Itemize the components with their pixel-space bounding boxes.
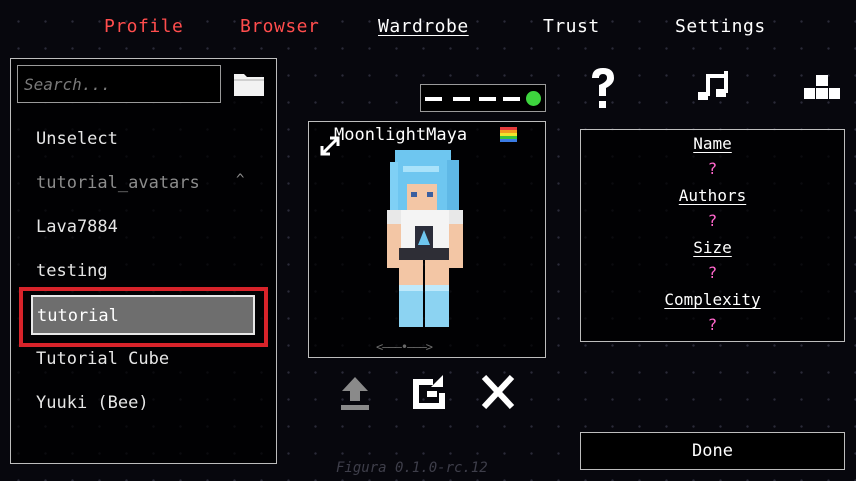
search-field[interactable] bbox=[17, 65, 221, 103]
list-item-unselect[interactable]: Unselect bbox=[36, 129, 118, 149]
sound-icon[interactable] bbox=[694, 70, 734, 106]
tab-wardrobe[interactable]: Wardrobe bbox=[378, 16, 469, 37]
info-authors-value: ? bbox=[707, 211, 718, 230]
info-size-value: ? bbox=[707, 263, 718, 282]
keybinds-icon[interactable] bbox=[803, 74, 841, 100]
reload-icon[interactable] bbox=[409, 375, 447, 409]
status-indicator bbox=[420, 84, 546, 112]
version-label: Figura 0.1.0-rc.12 bbox=[336, 460, 488, 476]
folder-icon[interactable] bbox=[233, 71, 265, 97]
search-input[interactable] bbox=[18, 66, 220, 102]
status-dash bbox=[425, 97, 442, 101]
rotation-slider[interactable]: <———•———> bbox=[376, 340, 433, 354]
tab-settings[interactable]: Settings bbox=[675, 16, 766, 37]
info-complexity-label: Complexity bbox=[664, 290, 761, 309]
info-name-label: Name bbox=[693, 134, 732, 153]
tab-profile[interactable]: Profile bbox=[104, 16, 183, 37]
selection-highlight bbox=[19, 287, 268, 347]
info-complexity-value: ? bbox=[707, 315, 718, 334]
avatar-name: MoonlightMaya bbox=[334, 125, 468, 145]
status-dot-icon bbox=[526, 91, 541, 106]
status-dash bbox=[503, 97, 520, 101]
info-authors-label: Authors bbox=[678, 186, 747, 205]
status-dash bbox=[453, 97, 470, 101]
delete-icon[interactable] bbox=[480, 374, 516, 410]
list-folder-tutorial-avatars[interactable]: tutorial_avatars bbox=[36, 173, 200, 193]
list-item-tutorial-cube[interactable]: Tutorial Cube bbox=[36, 349, 169, 369]
list-item-yuuki-bee[interactable]: Yuuki (Bee) bbox=[36, 393, 149, 413]
pride-flag-icon bbox=[500, 127, 517, 142]
info-name-value: ? bbox=[707, 159, 718, 178]
help-icon[interactable] bbox=[586, 66, 620, 110]
list-item-testing[interactable]: testing bbox=[36, 261, 108, 281]
list-item-lava7884[interactable]: Lava7884 bbox=[36, 217, 118, 237]
done-button[interactable]: Done bbox=[580, 432, 845, 470]
collapse-icon[interactable]: ^ bbox=[236, 172, 244, 188]
info-size-label: Size bbox=[693, 238, 732, 257]
upload-icon[interactable] bbox=[338, 375, 372, 411]
tab-browser[interactable]: Browser bbox=[240, 16, 319, 37]
tab-trust[interactable]: Trust bbox=[543, 16, 600, 37]
avatar-model bbox=[385, 150, 467, 330]
status-dash bbox=[479, 97, 496, 101]
